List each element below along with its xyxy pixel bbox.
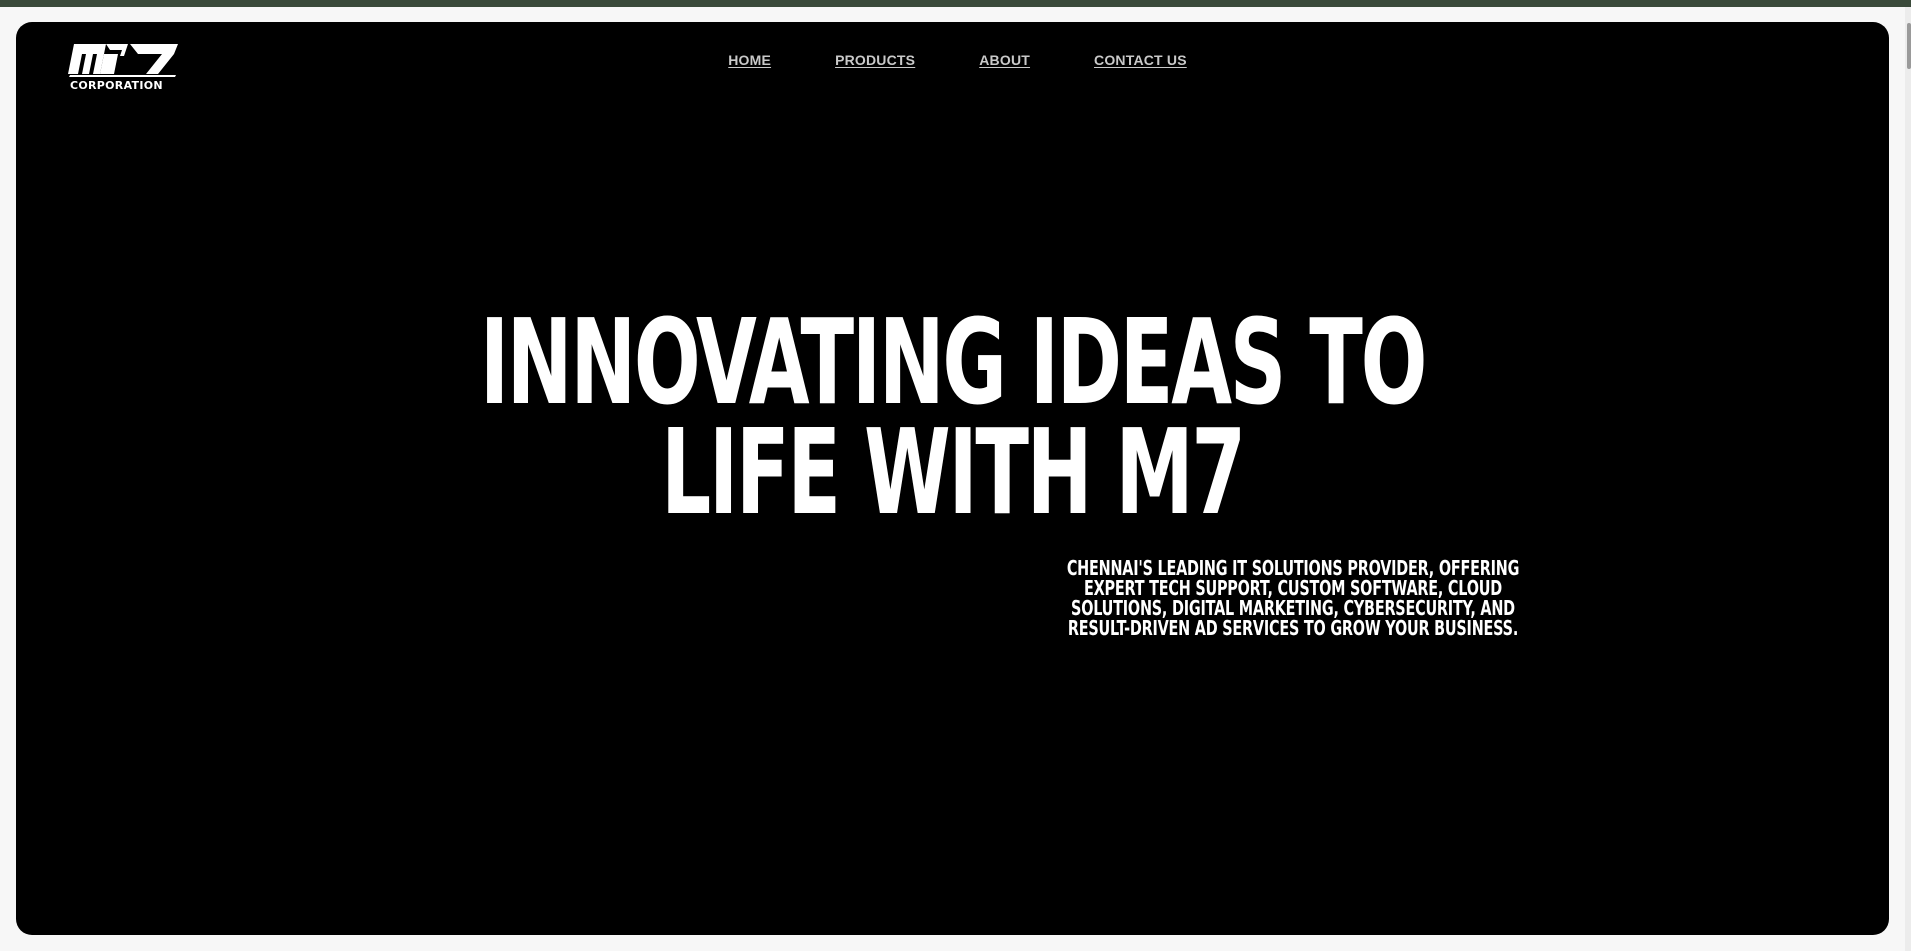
scrollbar-thumb[interactable] — [1907, 23, 1911, 69]
hero-headline: INNOVATING IDEAS TO LIFE WITH M7 — [259, 303, 1645, 531]
logo-subtitle: CORPORATION — [70, 79, 163, 92]
browser-top-bar — [0, 0, 1911, 7]
nav-about[interactable]: ABOUT — [979, 52, 1030, 68]
hero-subtext: CHENNAI'S LEADING IT SOLUTIONS PROVIDER,… — [1066, 556, 1519, 640]
nav-home[interactable]: HOME — [728, 52, 771, 68]
hero-headline-line-2: LIFE WITH M7 — [661, 403, 1246, 541]
nav-contact-us[interactable]: CONTACT US — [1094, 52, 1187, 68]
hero-section: CORPORATION HOME PRODUCTS ABOUT CONTACT … — [16, 22, 1889, 935]
nav-products[interactable]: PRODUCTS — [835, 52, 915, 68]
logo[interactable]: CORPORATION — [66, 40, 186, 96]
scrollbar[interactable] — [1905, 7, 1911, 951]
main-nav: HOME PRODUCTS ABOUT CONTACT US — [16, 52, 1889, 68]
